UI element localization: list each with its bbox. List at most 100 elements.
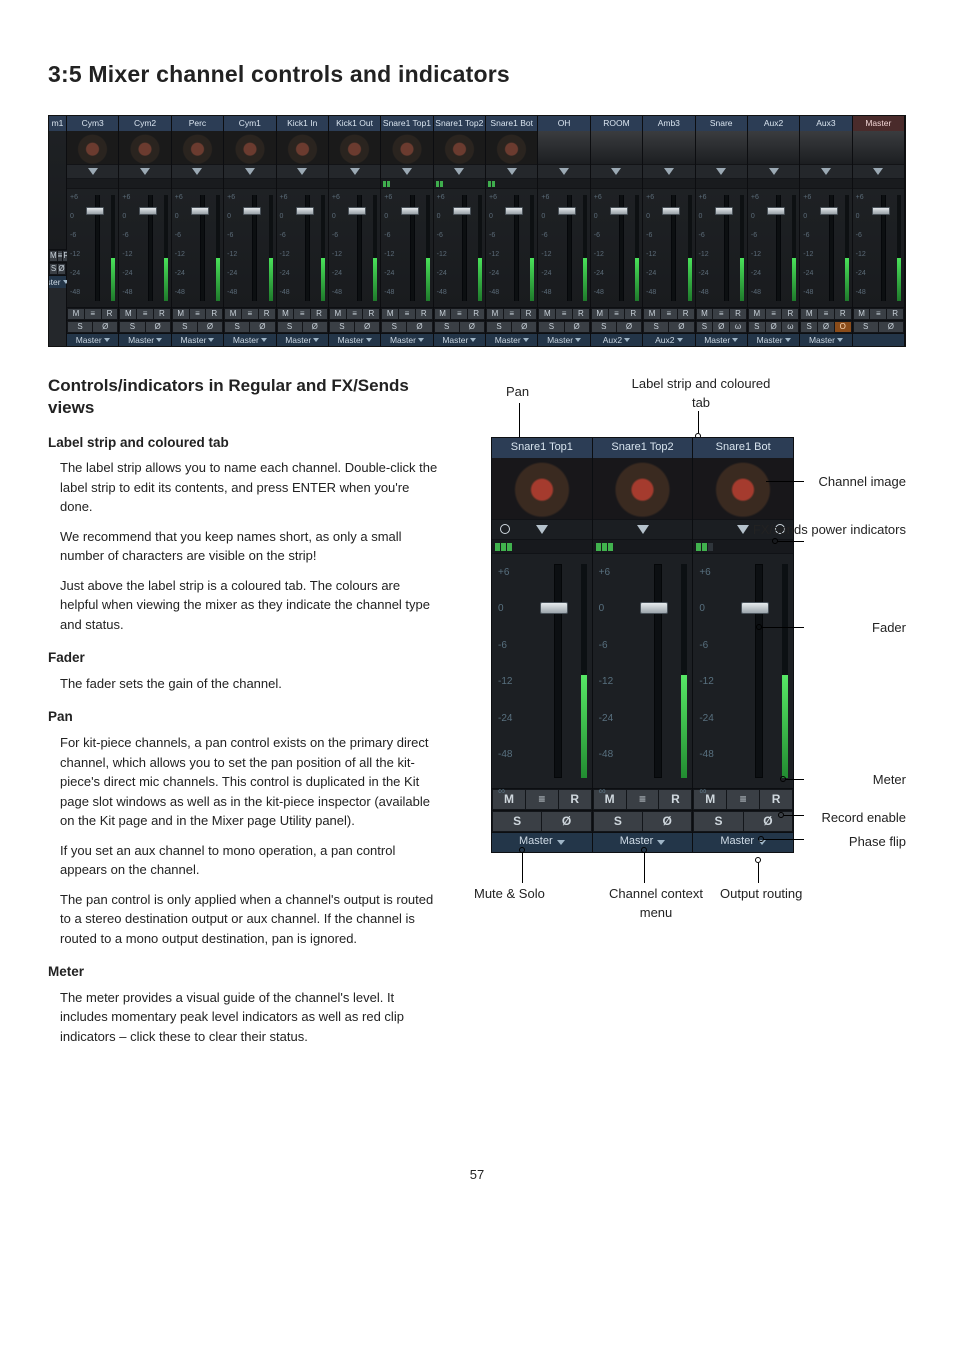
solo-button[interactable]: S xyxy=(381,321,407,333)
pan-control[interactable] xyxy=(593,520,693,540)
solo-button[interactable]: S xyxy=(538,321,564,333)
pan-control[interactable] xyxy=(434,165,485,179)
phase-button[interactable]: Ø xyxy=(198,321,223,333)
output-routing[interactable]: Master xyxy=(277,333,328,346)
output-routing[interactable]: Master xyxy=(538,333,589,346)
phase-button[interactable]: Ø xyxy=(58,263,66,275)
record-button[interactable]: R xyxy=(835,308,852,320)
record-button[interactable]: R xyxy=(102,308,119,320)
solo-button[interactable]: S xyxy=(696,321,714,333)
solo-button[interactable]: S xyxy=(119,321,145,333)
channel-label[interactable]: Snare1 Bot xyxy=(693,438,793,458)
record-button[interactable]: R xyxy=(730,308,747,320)
menu-button[interactable]: ≡ xyxy=(190,308,207,320)
pan-control[interactable] xyxy=(853,165,904,179)
fader-area[interactable]: +60-6-12-24-48 xyxy=(277,189,328,307)
solo-button[interactable]: S xyxy=(67,321,93,333)
record-button[interactable]: R xyxy=(521,308,538,320)
output-routing[interactable]: Master xyxy=(329,333,380,346)
fader-area[interactable]: +60-6-12-24-48 xyxy=(696,189,747,307)
channel-label[interactable]: Kick1 In xyxy=(277,116,328,130)
channel-label[interactable]: Snare1 Bot xyxy=(486,116,537,130)
fader-area[interactable]: +60-6-12-24-48 xyxy=(329,189,380,307)
record-button[interactable]: R xyxy=(625,308,642,320)
phase-button[interactable]: Ø xyxy=(818,321,835,333)
channel-label[interactable]: Snare1 Top2 xyxy=(434,116,485,130)
record-button[interactable]: R xyxy=(678,308,695,320)
phase-button[interactable]: Ø xyxy=(669,321,694,333)
output-routing[interactable]: Master xyxy=(800,333,851,346)
menu-button[interactable]: ≡ xyxy=(347,308,364,320)
mute-button[interactable]: M xyxy=(486,308,504,320)
channel-label[interactable]: Snare1 Top2 xyxy=(593,438,693,458)
output-routing[interactable]: Master xyxy=(67,333,118,346)
solo-button[interactable]: S xyxy=(172,321,198,333)
menu-button[interactable]: ≡ xyxy=(451,308,468,320)
phase-button[interactable]: Ø xyxy=(355,321,380,333)
menu-button[interactable]: ≡ xyxy=(294,308,311,320)
fader-area[interactable]: +60-6-12-24-48 xyxy=(748,189,799,307)
fader-area[interactable] xyxy=(49,131,66,249)
menu-button[interactable]: ≡ xyxy=(526,789,559,810)
phase-button[interactable]: Ø xyxy=(407,321,432,333)
fader-area[interactable]: +60-6-12-24-48 xyxy=(434,189,485,307)
phase-button[interactable]: Ø xyxy=(617,321,642,333)
pan-control[interactable] xyxy=(67,165,118,179)
output-routing[interactable]: Master xyxy=(486,333,537,346)
channel-label[interactable]: Perc xyxy=(172,116,223,130)
pan-control[interactable] xyxy=(538,165,589,179)
menu-button[interactable]: ≡ xyxy=(137,308,154,320)
fader-area[interactable]: +60-6-12-24-48 xyxy=(643,189,694,307)
extra-button[interactable]: ω xyxy=(782,321,799,333)
mute-button[interactable]: M xyxy=(853,308,871,320)
pan-control[interactable] xyxy=(224,165,275,179)
fader-area[interactable]: +60-6-12-24-48 xyxy=(172,189,223,307)
record-button[interactable]: R xyxy=(659,789,692,810)
output-routing[interactable]: Master xyxy=(224,333,275,346)
phase-button[interactable]: Ø xyxy=(643,811,692,832)
pan-control[interactable] xyxy=(381,165,432,179)
channel-label[interactable]: Snare xyxy=(696,116,747,130)
mute-button[interactable]: M xyxy=(329,308,347,320)
phase-button[interactable]: Ø xyxy=(565,321,590,333)
menu-button[interactable]: ≡ xyxy=(242,308,259,320)
mute-button[interactable]: M xyxy=(49,250,58,262)
record-button[interactable]: R xyxy=(559,789,592,810)
pan-control[interactable] xyxy=(800,165,851,179)
phase-button[interactable]: Ø xyxy=(250,321,275,333)
record-button[interactable]: R xyxy=(154,308,171,320)
phase-button[interactable]: Ø xyxy=(146,321,171,333)
solo-button[interactable]: S xyxy=(434,321,460,333)
menu-button[interactable]: ≡ xyxy=(399,308,416,320)
menu-button[interactable]: ≡ xyxy=(85,308,102,320)
output-routing[interactable]: Master xyxy=(381,333,432,346)
solo-button[interactable]: S xyxy=(591,321,617,333)
extra-button[interactable]: O xyxy=(835,321,852,333)
output-routing[interactable]: Master xyxy=(172,333,223,346)
channel-label[interactable]: Amb3 xyxy=(643,116,694,130)
mute-button[interactable]: M xyxy=(224,308,242,320)
mute-button[interactable]: M xyxy=(172,308,190,320)
fader-area[interactable]: +60-6-12-24-48 xyxy=(67,189,118,307)
menu-button[interactable]: ≡ xyxy=(727,789,760,810)
record-button[interactable]: R xyxy=(573,308,590,320)
pan-control[interactable] xyxy=(591,165,642,179)
phase-button[interactable]: Ø xyxy=(93,321,118,333)
solo-button[interactable]: S xyxy=(748,321,766,333)
fader-area[interactable]: +60-6-12-24-48 xyxy=(224,189,275,307)
solo-button[interactable]: S xyxy=(853,321,879,333)
output-routing[interactable]: Master xyxy=(696,333,747,346)
mute-button[interactable]: M xyxy=(277,308,295,320)
record-button[interactable]: R xyxy=(887,308,904,320)
channel-label[interactable]: Cym3 xyxy=(67,116,118,130)
record-button[interactable]: R xyxy=(311,308,328,320)
solo-button[interactable]: S xyxy=(49,263,58,275)
record-button[interactable]: R xyxy=(782,308,799,320)
fader-area[interactable]: +60-6-12-24-48 xyxy=(538,189,589,307)
fader-area[interactable]: +60-6-12-24-48∞ xyxy=(492,554,592,788)
channel-label[interactable]: Snare1 Top1 xyxy=(381,116,432,130)
fader-area[interactable]: +60-6-12-24-48 xyxy=(119,189,170,307)
phase-button[interactable]: Ø xyxy=(460,321,485,333)
output-routing[interactable]: Master xyxy=(492,832,592,852)
pan-control[interactable] xyxy=(172,165,223,179)
